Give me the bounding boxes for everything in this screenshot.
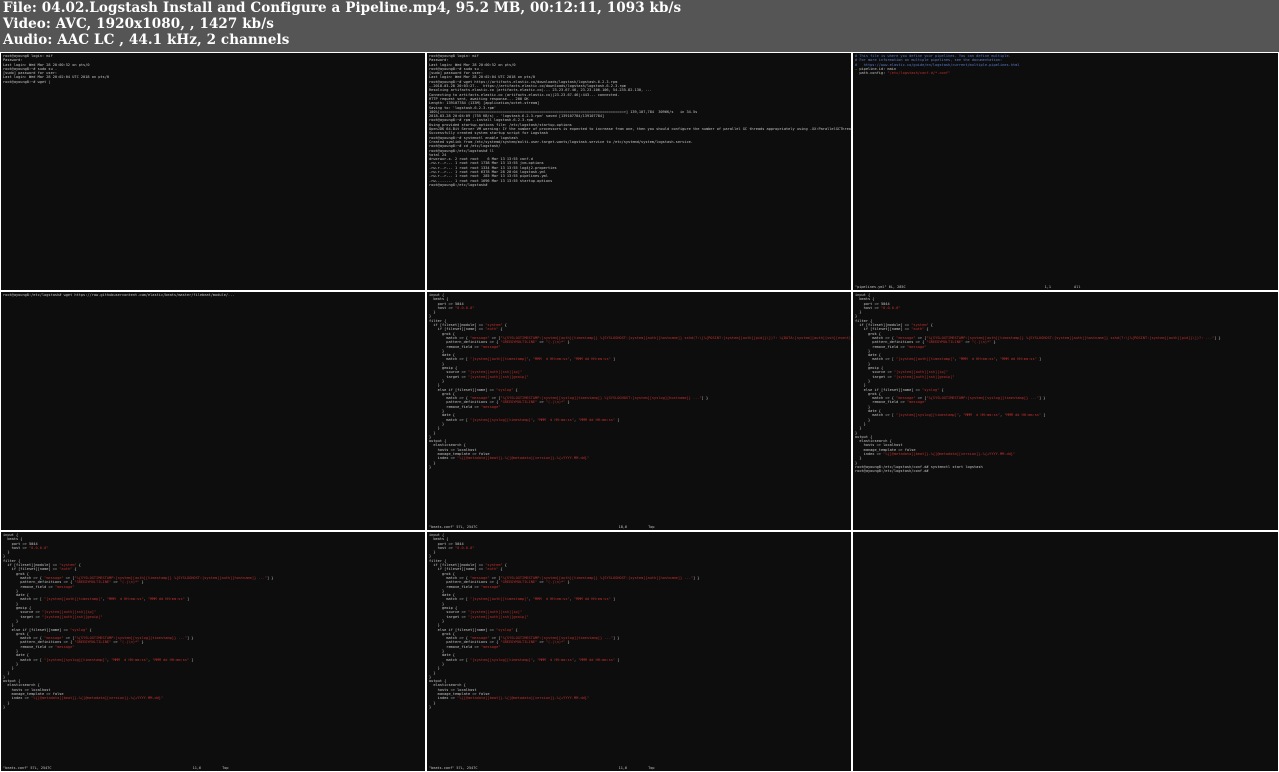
- video-thumbnail-3[interactable]: # This file is where you define your pip…: [853, 53, 1278, 290]
- vim-status-line: [853, 525, 1278, 530]
- video-thumbnail-7[interactable]: input { beats { port => 5044 host => "0.…: [1, 532, 425, 771]
- file-info-header: File: 04.02.Logstash Install and Configu…: [0, 0, 1279, 52]
- vim-status-line: "beats.conf" 57L, 2547C 18,6 Top: [429, 525, 655, 529]
- terminal-text: input { beats { port => 5044 host => "0.…: [429, 533, 849, 709]
- terminal-line: root@ayoung8:/etc/logstash/conf.d#: [855, 469, 931, 474]
- terminal-text: # This file is where you define your pip…: [855, 54, 1276, 75]
- video-thumbnail-5[interactable]: input { beats { port => 5044 host => "0.…: [427, 292, 851, 530]
- audio-info-line: Audio: AAC LC , 44.1 kHz, 2 channels: [3, 32, 290, 48]
- terminal-line: root@ayoung8:/etc/logstash#: [429, 182, 490, 187]
- vim-status-line: "beats.conf" 57L, 2547C 11,6 Top: [429, 766, 655, 770]
- terminal-text: root@ayoung8:/etc/logstash# wget https:/…: [3, 293, 423, 297]
- vim-status-line: [853, 766, 1278, 771]
- file-info-line: File: 04.02.Logstash Install and Configu…: [3, 0, 682, 16]
- vim-status-line: [1, 285, 425, 290]
- terminal-line: root@ayoung8:~# wget |: [3, 79, 51, 84]
- terminal-line: }: [3, 704, 6, 709]
- vim-status-line: "beats.conf" 57L, 2547C 11,6 Top: [3, 766, 229, 770]
- video-thumbnail-9[interactable]: [853, 532, 1278, 771]
- terminal-line: path.config: "/etc/logstash/conf.d/*.con…: [855, 71, 951, 76]
- vim-status-line: [1, 525, 425, 530]
- video-thumbnail-6[interactable]: input { beats { port => 5044 host => "0.…: [853, 292, 1278, 530]
- video-info-line: Video: AVC, 1920x1080, , 1427 kb/s: [3, 16, 274, 32]
- terminal-text: input { beats { port => 5044 host => "0.…: [429, 293, 851, 469]
- terminal-text: input { beats { port => 5044 host => "0.…: [3, 533, 423, 709]
- video-thumbnail-1[interactable]: root@ayoung8 login: mif Password: Last log…: [1, 53, 425, 290]
- thumbnail-grid: root@ayoung8 login: mif Password: Last log…: [0, 52, 1279, 772]
- video-thumbnail-4[interactable]: root@ayoung8:/etc/logstash# wget https:/…: [1, 292, 425, 530]
- video-thumbnail-2[interactable]: root@ayoung8 login: mif Password: Last log…: [427, 53, 851, 290]
- terminal-text: input { beats { port => 5044 host => "0.…: [855, 293, 1276, 473]
- terminal-line: }: [429, 704, 432, 709]
- vim-status-line: [427, 285, 851, 290]
- vim-status-line: "pipelines.yml" 6L, 285C 1,1 All: [855, 285, 1081, 289]
- terminal-text: root@ayoung8 login: mif Password: Last log…: [429, 54, 851, 187]
- terminal-line: root@ayoung8:/etc/logstash# wget https:/…: [3, 293, 235, 297]
- terminal-line: }: [429, 464, 432, 469]
- terminal-text: root@ayoung8 login: mif Password: Last log…: [3, 54, 423, 84]
- video-thumbnail-8[interactable]: input { beats { port => 5044 host => "0.…: [427, 532, 851, 771]
